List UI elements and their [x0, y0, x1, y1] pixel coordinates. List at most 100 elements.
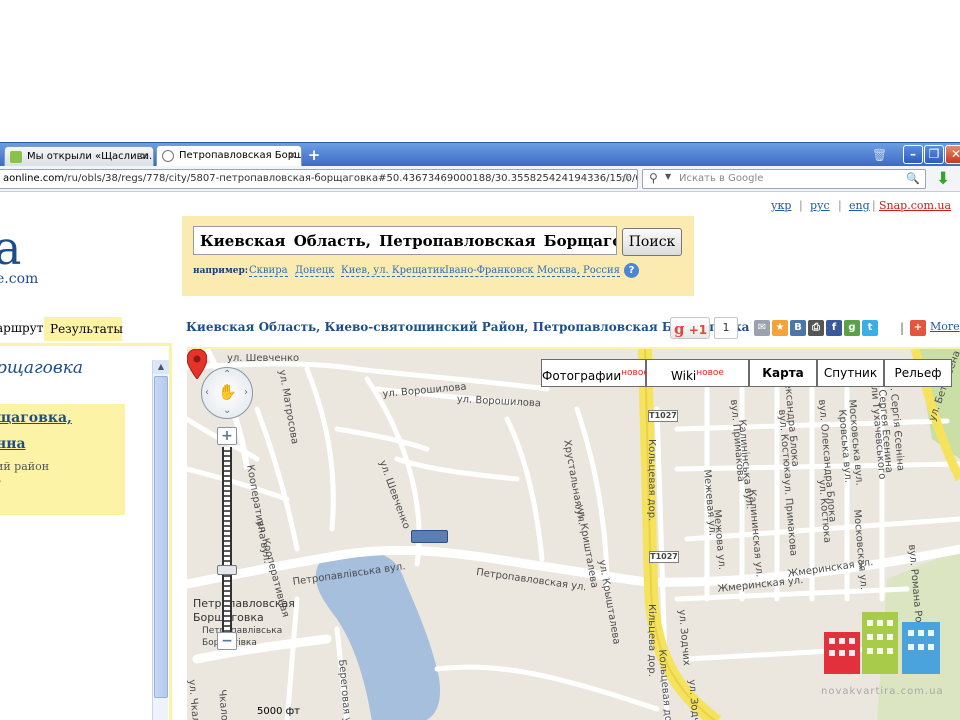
watermark-text: novakvartira.com.ua	[821, 686, 944, 697]
example-link[interactable]: Сквира	[249, 265, 288, 277]
search-placeholder: Искать в Google	[679, 173, 764, 184]
tab-close-icon[interactable]: ✕	[140, 150, 149, 163]
new-tab-button[interactable]: +	[304, 146, 324, 164]
tab-results[interactable]: Результаты	[44, 317, 123, 341]
tab-route[interactable]: аршрут	[0, 321, 43, 335]
map-type-label: Спутник	[823, 366, 878, 380]
location-search-input[interactable]: Киевская Область, Петропавловская Борщаг…	[193, 226, 617, 255]
language-link-rus[interactable]: рус	[810, 199, 830, 212]
maximize-button[interactable]: ❐	[924, 145, 944, 164]
search-panel: Киевская Область, Петропавловская Борщаг…	[182, 216, 694, 296]
trash-icon[interactable]: 🗑	[872, 148, 887, 162]
browser-search-input[interactable]: ⚲ ▼ Искать в Google 🔍	[642, 169, 926, 189]
example-link[interactable]: Москва, Россия	[537, 265, 620, 277]
scroll-up-arrow-icon[interactable]: ▲	[153, 360, 169, 374]
google-bookmark-icon[interactable]: g	[844, 320, 860, 336]
bookmark-star-icon[interactable]: ☆	[620, 171, 632, 186]
road-shield: T1027	[649, 551, 679, 563]
zoom-slider-thumb[interactable]	[217, 565, 237, 575]
place-name: Петропавловская	[193, 597, 295, 610]
google-plus-one-button[interactable]: g +1	[670, 317, 710, 339]
download-arrow-icon[interactable]: ⬇	[936, 169, 950, 189]
street-label: ул. Шевченко	[227, 353, 300, 364]
breadcrumb: Киевская Область, Киево-святошинский Рай…	[186, 320, 750, 334]
map-type-button[interactable]: Спутник	[817, 359, 884, 387]
screenshot: Мы открыли «Щасливи... ✕ Петропавловская…	[0, 0, 960, 720]
zoom-slider[interactable]	[222, 447, 232, 632]
results-panel: рщаговка щаговка, нна ий район ° ▲	[0, 343, 172, 720]
separator: |	[900, 321, 905, 335]
map-type-button[interactable]: Карта	[749, 359, 817, 387]
site-logo-domain[interactable]: e.com	[0, 271, 38, 287]
pan-left-icon[interactable]: ‹	[205, 387, 209, 398]
zoom-in-button[interactable]: +	[217, 427, 237, 445]
browser-tab-active[interactable]: Петропавловская Борщ... ✕	[156, 145, 302, 167]
result-card: щаговка, нна ий район °	[0, 404, 125, 515]
help-icon[interactable]: ?	[624, 263, 639, 278]
vkontakte-icon[interactable]: B	[790, 320, 806, 336]
map-type-label: Рельеф	[894, 366, 942, 380]
separator: |	[838, 199, 842, 212]
map-type-button[interactable]: Фотографииновое	[541, 359, 649, 387]
hand-icon: ✋	[218, 383, 237, 401]
map-type-button[interactable]: Wikiновое	[646, 359, 749, 387]
pan-down-icon[interactable]: ⌄	[223, 405, 231, 416]
site-logo[interactable]: a	[0, 221, 21, 275]
web-page: укр | рус | eng | Snap.com.ua a e.com Ки…	[0, 193, 960, 720]
map-type-label: Карта	[762, 366, 804, 380]
twitter-icon[interactable]: t	[862, 320, 878, 336]
result-link[interactable]: нна	[0, 436, 26, 452]
pan-control[interactable]: ⌃ ⌄ ‹ › ✋	[201, 367, 253, 419]
plus-one-count: 1	[714, 317, 738, 339]
example-link[interactable]: Донецк	[295, 265, 335, 277]
close-window-button[interactable]: ✕	[945, 145, 960, 164]
dropdown-arrow-icon[interactable]: ▼	[665, 172, 671, 181]
more-share-link[interactable]: More	[930, 320, 960, 333]
new-badge: новое	[696, 368, 724, 378]
google-plus-icon: g	[674, 320, 685, 338]
example-link[interactable]: Івано-Франковск	[445, 265, 534, 277]
url-host: aonline.com	[3, 173, 65, 184]
address-bar[interactable]: aonline.com/ru/obls/38/regs/778/city/580…	[0, 169, 638, 189]
search-icon: ⚲	[649, 171, 658, 185]
addthis-icon[interactable]: +	[910, 320, 926, 336]
minimize-button[interactable]: –	[903, 145, 923, 164]
results-title: рщаговка	[0, 358, 84, 378]
result-subtitle: ий район	[0, 460, 50, 473]
favorite-icon[interactable]: ★	[772, 320, 788, 336]
separator: |	[799, 199, 803, 212]
search-button[interactable]: Поиск	[622, 228, 682, 256]
language-link-ukr[interactable]: укр	[771, 199, 791, 212]
language-link-eng[interactable]: eng	[849, 199, 870, 212]
example-link[interactable]: Киев, ул. Крещатик	[341, 265, 446, 277]
pan-right-icon[interactable]: ›	[244, 387, 248, 398]
browser-tab-bar: Мы открыли «Щасливи... ✕ Петропавловская…	[0, 142, 960, 167]
browser-tab-inactive[interactable]: Мы открыли «Щасливи... ✕	[4, 146, 154, 167]
tab-close-icon[interactable]: ✕	[288, 149, 297, 162]
road-shield: T1027	[648, 410, 678, 422]
mail-icon[interactable]: ✉	[754, 320, 770, 336]
map-scale: 5000 фт	[257, 706, 301, 717]
snap-link[interactable]: Snap.com.ua	[879, 199, 951, 212]
result-link[interactable]: щаговка,	[0, 410, 72, 426]
url-path: /ru/obls/38/regs/778/city/5807-петропавл…	[64, 173, 638, 184]
print-icon[interactable]: ⎙	[808, 320, 824, 336]
pan-up-icon[interactable]: ⌃	[223, 369, 231, 380]
browser-nav-bar: aonline.com/ru/obls/38/regs/778/city/580…	[0, 166, 960, 192]
map-marker-icon[interactable]	[187, 349, 207, 379]
place-name-local: Петропавлівська	[202, 626, 283, 636]
selected-building[interactable]	[411, 530, 448, 543]
results-scrollbar[interactable]: ▲	[152, 360, 169, 720]
watermark-logo-icon	[824, 612, 940, 674]
search-go-icon[interactable]: 🔍	[906, 172, 920, 185]
new-badge: новое	[621, 368, 649, 378]
map-type-button[interactable]: Рельеф	[884, 359, 952, 387]
scrollbar-thumb[interactable]	[154, 376, 168, 698]
result-subtitle: °	[0, 478, 2, 491]
examples-label: например:	[193, 266, 249, 276]
street-label: Кільцева дор.	[646, 604, 657, 677]
facebook-icon[interactable]: f	[826, 320, 842, 336]
street-label: Кольцевая дор.	[646, 439, 657, 522]
zoom-out-button[interactable]: −	[217, 632, 237, 650]
zoom-control: + −	[217, 427, 237, 652]
